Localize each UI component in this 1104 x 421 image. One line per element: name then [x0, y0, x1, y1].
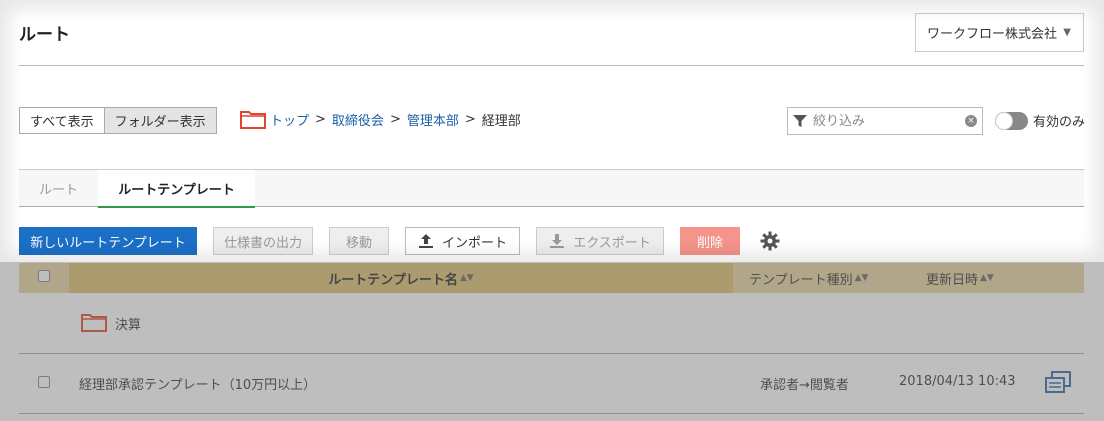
breadcrumb-separator: >	[315, 111, 326, 127]
sort-icon: ▲▼	[854, 273, 869, 283]
header-divider	[19, 65, 1084, 66]
upload-icon	[418, 234, 433, 248]
active-only-label: 有効のみ	[1033, 115, 1086, 130]
table-row[interactable]: 経理部承認テンプレート（10万円以上） 承認者→閲覧者 2018/04/13 1…	[19, 354, 1084, 414]
company-select-value: ワークフロー株式会社	[927, 27, 1058, 42]
import-label: インポート	[441, 235, 507, 251]
active-only-toggle[interactable]: 有効のみ	[995, 111, 1085, 130]
column-name-header[interactable]: ルートテンプレート名 ▲▼	[69, 263, 733, 293]
folder-view-button[interactable]: フォルダー表示	[104, 107, 217, 134]
breadcrumb-board[interactable]: 取締役会	[332, 110, 384, 129]
breadcrumb-admin[interactable]: 管理本部	[407, 110, 459, 129]
column-updated-label: 更新日時	[926, 272, 979, 288]
table-header: ルートテンプレート名 ▲▼ テンプレート種別 ▲▼ 更新日時 ▲▼	[19, 263, 1084, 293]
export-button[interactable]: エクスポート	[536, 227, 664, 255]
select-all-checkbox[interactable]	[38, 270, 50, 282]
tab-bar: ルート ルートテンプレート	[19, 169, 1084, 208]
folder-icon	[240, 111, 266, 129]
import-button[interactable]: インポート	[405, 227, 520, 255]
template-updated: 2018/04/13 10:43	[899, 374, 1016, 389]
tab-route[interactable]: ルート	[39, 170, 78, 207]
toggle-knob	[995, 111, 1013, 130]
breadcrumb-separator: >	[464, 111, 476, 127]
company-select[interactable]: ワークフロー株式会社 ▼	[915, 13, 1084, 52]
sort-icon: ▲▼	[459, 273, 474, 283]
folder-icon	[81, 314, 107, 332]
move-button[interactable]: 移動	[329, 227, 389, 255]
toggle-switch[interactable]	[995, 111, 1028, 130]
sort-icon: ▲▼	[980, 273, 994, 283]
folder-row[interactable]: 決算	[19, 293, 1084, 354]
show-all-button[interactable]: すべて表示	[19, 107, 105, 134]
breadcrumb-separator: >	[389, 111, 401, 127]
column-updated-header[interactable]: 更新日時 ▲▼	[926, 263, 994, 293]
breadcrumb: トップ > 取締役会 > 管理本部 > 経理部	[240, 108, 521, 130]
breadcrumb-current: 経理部	[481, 113, 521, 129]
new-route-template-button[interactable]: 新しいルートテンプレート	[19, 227, 197, 255]
folder-name: 決算	[115, 318, 142, 333]
page-title: ルート	[19, 25, 70, 45]
delete-button[interactable]: 削除	[680, 227, 740, 255]
copy-icon[interactable]	[1045, 371, 1071, 395]
gear-icon[interactable]	[760, 231, 780, 251]
tab-route-template[interactable]: ルートテンプレート	[98, 170, 255, 208]
breadcrumb-top[interactable]: トップ	[270, 110, 309, 129]
spec-output-button[interactable]: 仕様書の出力	[213, 227, 313, 255]
export-label: エクスポート	[573, 235, 651, 251]
row-checkbox[interactable]	[38, 376, 50, 388]
view-mode-toggle: すべて表示 フォルダー表示	[19, 107, 217, 134]
column-name-label: ルートテンプレート名	[328, 272, 458, 288]
filter-input[interactable]	[813, 113, 965, 129]
route-page: ルート ワークフロー株式会社 ▼ すべて表示 フォルダー表示 トップ > 取締役…	[0, 0, 1104, 421]
column-type-header[interactable]: テンプレート種別 ▲▼	[749, 263, 868, 293]
filter-icon	[793, 115, 807, 127]
caret-down-icon: ▼	[1063, 27, 1071, 38]
column-type-label: テンプレート種別	[749, 272, 853, 288]
download-icon	[550, 234, 565, 248]
clear-icon[interactable]: ×	[965, 115, 977, 127]
filter-field: ×	[787, 107, 983, 135]
template-type: 承認者→閲覧者	[760, 378, 849, 393]
template-name: 経理部承認テンプレート（10万円以上）	[79, 378, 317, 393]
